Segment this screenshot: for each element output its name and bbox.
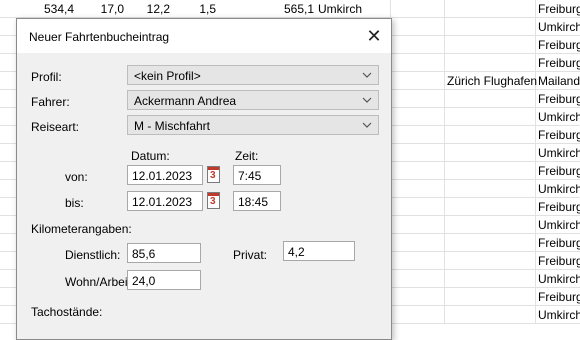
dienstlich-label: Dienstlich: xyxy=(65,248,121,262)
privat-field[interactable]: 4,2 xyxy=(283,241,355,261)
km-section-heading: Kilometerangaben: xyxy=(31,222,132,236)
privat-label: Privat: xyxy=(233,248,268,262)
cell: Freiburg xyxy=(538,92,580,106)
cell: Umkirch xyxy=(318,2,362,16)
cell: Freiburg xyxy=(538,200,580,214)
cell: 1,5 xyxy=(199,2,216,16)
von-date-value: 12.01.2023 xyxy=(132,169,193,183)
close-icon: ✕ xyxy=(366,26,382,46)
bis-time-value: 18:45 xyxy=(238,195,269,209)
fahrer-value: Ackermann Andrea xyxy=(134,94,237,108)
wohnarbeit-label: Wohn/Arbeit: xyxy=(65,275,135,289)
cell: Umkirch xyxy=(538,146,580,160)
cell: Freiburg xyxy=(538,2,580,16)
reiseart-value: M - Mischfahrt xyxy=(134,119,211,133)
cell: Umkirch xyxy=(538,20,580,34)
dienstlich-field[interactable]: 85,6 xyxy=(127,243,201,263)
dialog-titlebar[interactable]: Neuer Fahrtenbucheintrag ✕ xyxy=(17,19,391,53)
dienstlich-value: 85,6 xyxy=(132,247,156,261)
cell: Umkirch xyxy=(538,272,580,286)
chevron-down-icon xyxy=(362,97,372,103)
cell: Zürich Flughafen xyxy=(447,74,538,88)
profil-select[interactable]: <kein Profil> xyxy=(127,65,379,85)
von-time-value: 7:45 xyxy=(238,169,262,183)
zeit-header: Zeit: xyxy=(235,149,259,163)
cell: Freiburg xyxy=(538,38,580,52)
bis-time-field[interactable]: 18:45 xyxy=(233,191,281,211)
wohnarbeit-field[interactable]: 24,0 xyxy=(127,270,201,290)
cell: 565,1 xyxy=(283,2,314,16)
bis-label: bis: xyxy=(65,196,84,210)
cell: 12,2 xyxy=(146,2,170,16)
dialog-title: Neuer Fahrtenbucheintrag xyxy=(29,30,170,44)
datum-header: Datum: xyxy=(131,149,170,163)
privat-value: 4,2 xyxy=(288,245,305,259)
cell: Umkirch xyxy=(538,182,580,196)
cell: Umkirch xyxy=(538,308,580,322)
cell: 534,4 xyxy=(43,2,74,16)
chevron-down-icon xyxy=(362,72,372,78)
new-logbook-entry-dialog: Neuer Fahrtenbucheintrag ✕ Profil: <kein… xyxy=(16,18,392,340)
reiseart-select[interactable]: M - Mischfahrt xyxy=(127,115,379,135)
von-date-field[interactable]: 12.01.2023 xyxy=(127,165,203,185)
calendar-icon[interactable]: 3 xyxy=(207,166,220,183)
fahrer-select[interactable]: Ackermann Andrea xyxy=(127,90,379,110)
cell: Freiburg xyxy=(538,164,580,178)
cell: Freiburg xyxy=(538,254,580,268)
reiseart-label: Reiseart: xyxy=(31,120,80,134)
cell: Mailand xyxy=(538,74,580,88)
calendar-icon-number: 3 xyxy=(210,170,216,181)
cell: Umkirch xyxy=(538,110,580,124)
von-time-field[interactable]: 7:45 xyxy=(233,165,281,185)
wohnarbeit-value: 24,0 xyxy=(132,274,156,288)
von-label: von: xyxy=(65,170,88,184)
cell: Freiburg xyxy=(538,128,580,142)
fahrer-label: Fahrer: xyxy=(31,95,70,109)
bis-date-value: 12.01.2023 xyxy=(132,195,193,209)
chevron-down-icon xyxy=(362,122,372,128)
cell: Umkirch xyxy=(538,218,580,232)
cell: Freiburg xyxy=(538,236,580,250)
cell: 17,0 xyxy=(100,2,124,16)
profil-label: Profil: xyxy=(31,70,62,84)
close-button[interactable]: ✕ xyxy=(361,23,387,49)
calendar-icon[interactable]: 3 xyxy=(207,192,220,209)
cell: Freiburg xyxy=(538,290,580,304)
table-row[interactable]: 534,4 17,0 12,2 1,5 565,1 Umkirch Freibu… xyxy=(0,0,580,18)
bis-date-field[interactable]: 12.01.2023 xyxy=(127,191,203,211)
tacho-section-heading: Tachostände: xyxy=(31,305,103,319)
calendar-icon-number: 3 xyxy=(210,196,216,207)
profil-value: <kein Profil> xyxy=(134,69,201,83)
cell: Freiburg xyxy=(538,56,580,70)
